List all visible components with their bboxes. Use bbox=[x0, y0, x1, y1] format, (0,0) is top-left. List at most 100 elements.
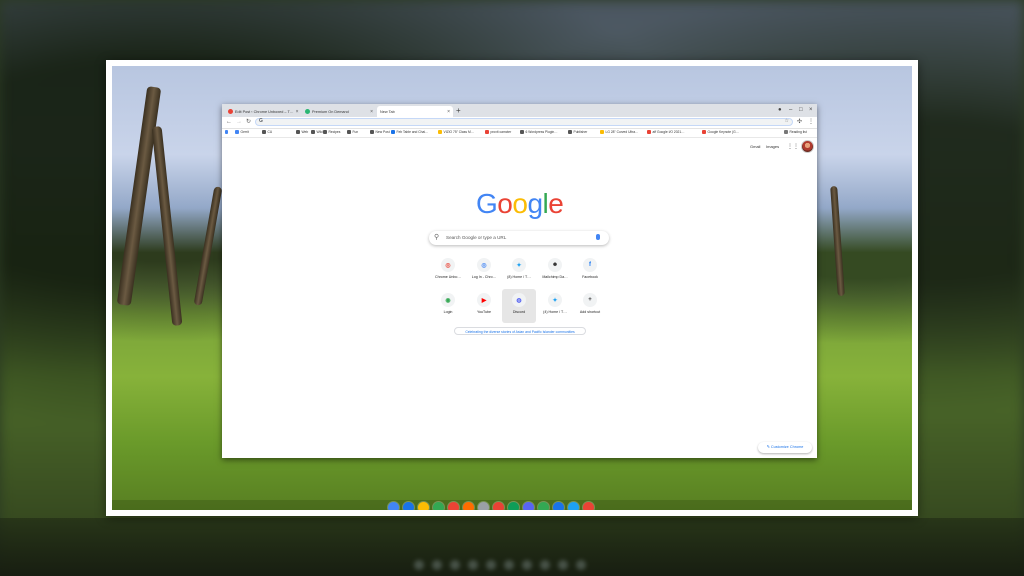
bookmark-favicon-icon bbox=[438, 130, 442, 134]
bookmark-label: Gerrit bbox=[240, 130, 249, 134]
plus-icon: + bbox=[583, 293, 597, 307]
shortcut-tile[interactable]: ◎ Log In - Chro… bbox=[467, 254, 501, 288]
tab-favicon bbox=[228, 109, 233, 114]
bookmark-item[interactable]: LG 28" Curved Ultra… bbox=[600, 130, 638, 134]
tab-close-icon[interactable]: × bbox=[296, 109, 299, 115]
bookmark-item[interactable]: proxit camcter bbox=[485, 130, 511, 134]
bookmark-item[interactable]: 6 Wordpress Plugin… bbox=[520, 130, 558, 134]
tab-close-icon[interactable]: × bbox=[370, 109, 373, 115]
shelf-app-icon[interactable] bbox=[388, 502, 399, 510]
tab-label: New Tab bbox=[380, 109, 395, 114]
address-bar[interactable]: G ☆ bbox=[255, 118, 793, 126]
reload-icon[interactable]: ↻ bbox=[246, 118, 251, 127]
bookmark-item[interactable]: Recipes bbox=[323, 130, 340, 134]
tab-new-tab[interactable]: New Tab × bbox=[377, 106, 453, 117]
account-avatar[interactable] bbox=[801, 140, 814, 153]
shelf-app-icon[interactable] bbox=[448, 502, 459, 510]
images-link[interactable]: Images bbox=[766, 144, 779, 149]
bookmark-item[interactable]: Web bbox=[296, 130, 308, 134]
tab-premium-on-demand[interactable]: Premium On Demand × bbox=[302, 106, 376, 117]
forward-arrow-icon[interactable]: → bbox=[236, 118, 242, 127]
menu-kebab-icon[interactable]: ⋮ bbox=[808, 118, 814, 127]
bookmark-item[interactable]: Publisher bbox=[568, 130, 587, 134]
close-window-button[interactable]: × bbox=[809, 105, 813, 115]
discord-icon: ◍ bbox=[512, 293, 526, 307]
reading-list-button[interactable]: Reading list bbox=[784, 130, 807, 134]
shelf-app-icon[interactable] bbox=[568, 502, 579, 510]
shortcut-tile[interactable]: + Add shortcut bbox=[573, 289, 607, 323]
doodle-promo-link[interactable]: Celebrating the diverse stories of Asian… bbox=[454, 327, 586, 335]
shelf-app-icon[interactable] bbox=[538, 502, 549, 510]
youtube-icon: ▶ bbox=[477, 293, 491, 307]
gmail-link[interactable]: Gmail bbox=[750, 144, 760, 149]
bookmark-label: New Post bbox=[375, 130, 390, 134]
bookmark-label: aff Google I/O 2021… bbox=[652, 130, 685, 134]
search-input[interactable]: ⚲ Search Google or type a URL bbox=[429, 231, 609, 245]
bookmark-label: Wiki bbox=[316, 130, 323, 134]
shelf-app-icon[interactable] bbox=[403, 502, 414, 510]
shortcut-tile[interactable]: ✦ (8) Home / T… bbox=[502, 254, 536, 288]
tab-close-icon[interactable]: × bbox=[447, 109, 450, 115]
back-arrow-icon[interactable]: ← bbox=[226, 118, 232, 127]
maximize-button[interactable]: □ bbox=[799, 105, 803, 115]
tab-edit-post[interactable]: Edit Post ‹ Chrome Unboxed – T… × bbox=[225, 106, 301, 117]
apps-bookmark-icon[interactable] bbox=[225, 130, 228, 134]
shelf-app-icon[interactable] bbox=[583, 502, 594, 510]
tree-trunk bbox=[116, 86, 162, 306]
shortcut-tile[interactable]: ◍ Discord bbox=[502, 289, 536, 323]
minimize-button[interactable]: – bbox=[789, 105, 792, 115]
shelf-app-icon[interactable] bbox=[523, 502, 534, 510]
logo-letter: g bbox=[527, 188, 543, 219]
shortcut-label: Facebook bbox=[582, 275, 598, 279]
shortcut-tile[interactable]: ◎ Chrome Unbo… bbox=[431, 254, 465, 288]
google-g-icon: G bbox=[259, 118, 263, 124]
shortcut-tile[interactable]: ▶ YouTube bbox=[467, 289, 501, 323]
bookmark-item[interactable]: VIZIO 75" Class M… bbox=[438, 130, 474, 134]
bookmark-star-icon[interactable]: ☆ bbox=[785, 118, 789, 124]
microphone-icon[interactable] bbox=[596, 234, 600, 240]
shelf-app-icon[interactable] bbox=[463, 502, 474, 510]
browser-toolbar: ← → ↻ G ☆ ✣ ⋮ bbox=[222, 117, 817, 129]
search-icon: ⚲ bbox=[434, 234, 440, 241]
bookmark-item[interactable]: aff Google I/O 2021… bbox=[647, 130, 685, 134]
bookmark-item[interactable]: CU bbox=[262, 130, 272, 134]
profile-icon[interactable]: ● bbox=[778, 105, 782, 115]
folder-icon bbox=[296, 130, 300, 134]
new-tab-button[interactable]: + bbox=[456, 106, 461, 116]
tree-trunk bbox=[193, 186, 223, 306]
bookmark-favicon-icon bbox=[520, 130, 524, 134]
bookmark-item[interactable]: Feb Table and Chai… bbox=[391, 130, 428, 134]
shortcut-tile[interactable]: ☻ Mailchimp Da… bbox=[538, 254, 572, 288]
mailchimp-icon: ☻ bbox=[548, 258, 562, 272]
shelf-app-icon[interactable] bbox=[478, 502, 489, 510]
bookmark-label: Recipes bbox=[328, 130, 341, 134]
shelf-app-icon[interactable] bbox=[493, 502, 504, 510]
bookmark-item[interactable]: Wiki bbox=[311, 130, 323, 134]
shortcut-tile[interactable]: ◉ Login bbox=[431, 289, 465, 323]
google-apps-grid-icon[interactable]: ⋮⋮ bbox=[787, 144, 799, 150]
bookmark-label: VIZIO 75" Class M… bbox=[443, 130, 474, 134]
bookmark-item[interactable]: Gerrit bbox=[235, 130, 249, 134]
shortcut-tile[interactable]: ✦ (4) Home / T… bbox=[538, 289, 572, 323]
logo-letter: G bbox=[476, 188, 498, 219]
extensions-icon[interactable]: ✣ bbox=[797, 118, 802, 127]
shelf-app-icon[interactable] bbox=[508, 502, 519, 510]
shelf-app-icon[interactable] bbox=[433, 502, 444, 510]
tab-label: Premium On Demand bbox=[312, 109, 349, 114]
bookmark-favicon-icon bbox=[235, 130, 239, 134]
reading-list-icon bbox=[784, 130, 788, 134]
tree-trunk bbox=[151, 126, 183, 326]
login-icon: ◉ bbox=[441, 293, 455, 307]
bookmark-label: LG 28" Curved Ultra… bbox=[605, 130, 639, 134]
logo-letter: o bbox=[497, 188, 513, 219]
bookmark-label: Web bbox=[301, 130, 309, 134]
shelf-app-icon[interactable] bbox=[553, 502, 564, 510]
folder-icon bbox=[370, 130, 374, 134]
bookmark-item[interactable]: New Post bbox=[370, 130, 390, 134]
shelf-app-icon[interactable] bbox=[418, 502, 429, 510]
shortcut-tile[interactable]: f Facebook bbox=[573, 254, 607, 288]
twitter-icon: ✦ bbox=[548, 293, 562, 307]
bookmark-item[interactable]: Fun bbox=[347, 130, 358, 134]
customize-chrome-button[interactable]: ✎ Customize Chrome bbox=[758, 442, 812, 453]
bookmark-item[interactable]: Google Keynote (G… bbox=[702, 130, 739, 134]
